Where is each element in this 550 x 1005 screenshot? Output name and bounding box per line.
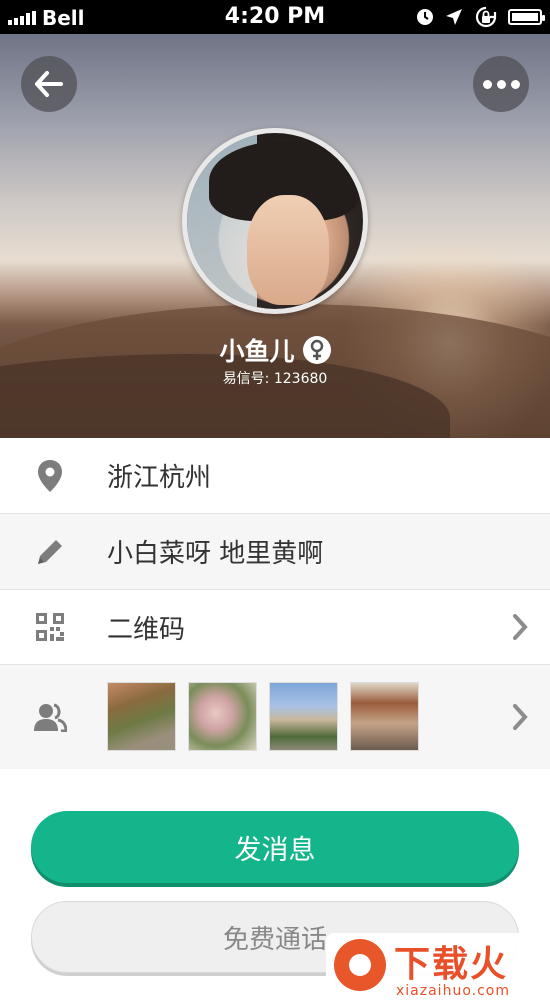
arrow-left-icon [35, 71, 63, 97]
photo-thumbnail[interactable] [269, 682, 338, 751]
info-list: 浙江杭州 小白菜呀 地里黄啊 二维码 [0, 438, 550, 769]
watermark-title: 下载火 [394, 944, 509, 985]
status-bar: Bell 4:20 PM [0, 0, 550, 34]
send-message-button[interactable]: 发消息 [31, 811, 519, 883]
photo-thumbnail[interactable] [107, 682, 176, 751]
photo-thumbnail[interactable] [188, 682, 257, 751]
status-icons [416, 6, 545, 28]
qr-code-label: 二维码 [107, 614, 186, 645]
profile-header: 小鱼儿 易信号: 123680 [0, 34, 550, 438]
fire-logo-icon [334, 939, 386, 991]
location-text: 浙江杭州 [107, 463, 212, 493]
battery-icon [508, 9, 545, 25]
clock-icon [417, 9, 433, 25]
chevron-right-icon [510, 702, 530, 732]
location-pin-icon [33, 459, 67, 493]
chevron-right-icon [510, 612, 530, 642]
photo-strip [107, 682, 419, 751]
location-arrow-icon [446, 9, 462, 25]
photo-thumbnail[interactable] [350, 682, 419, 751]
pencil-icon [33, 535, 67, 569]
photos-row[interactable] [0, 665, 550, 769]
profile-name: 小鱼儿 [219, 337, 295, 366]
qr-code-row[interactable]: 二维码 [0, 590, 550, 665]
more-dots-icon [482, 79, 520, 89]
contacts-icon [33, 700, 67, 734]
qr-code-icon [33, 610, 67, 644]
rotation-lock-icon [475, 6, 497, 28]
profile-id: 易信号: 123680 [222, 371, 328, 387]
back-button[interactable] [21, 56, 77, 112]
watermark-url: xiazaihuo.com [396, 983, 510, 999]
signature-row: 小白菜呀 地里黄啊 [0, 514, 550, 590]
location-row: 浙江杭州 [0, 438, 550, 514]
watermark: 下载火 xiazaihuo.com [326, 933, 550, 1005]
signature-text: 小白菜呀 地里黄啊 [107, 539, 324, 569]
avatar[interactable] [182, 128, 368, 314]
female-icon [302, 336, 331, 364]
profile-name-row: 小鱼儿 [0, 332, 550, 368]
more-button[interactable] [473, 56, 529, 112]
